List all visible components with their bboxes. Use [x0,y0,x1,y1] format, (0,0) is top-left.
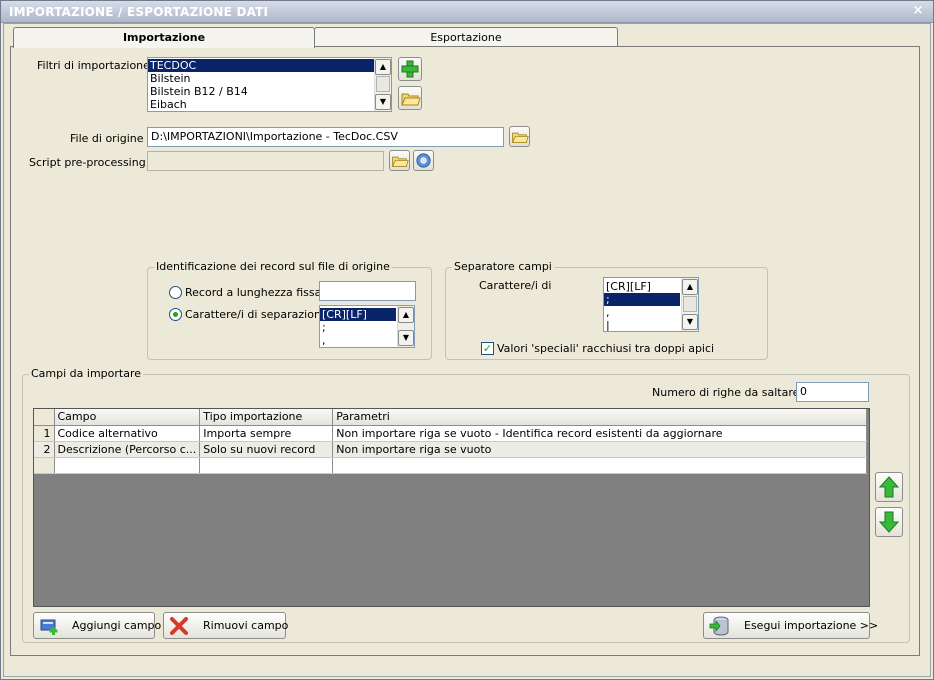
scroll-down-icon[interactable]: ▼ [682,314,698,330]
separator-radio[interactable] [169,308,182,321]
cell-campo[interactable]: Codice alternativo [54,425,201,442]
list-item[interactable]: Eibach [148,98,391,111]
field-separator-chars-label: Carattere/i di [479,279,552,292]
row-number [34,457,55,474]
tab-importazione-label: Importazione [122,31,206,44]
list-item[interactable]: Bilstein B12 / B14 [148,85,391,98]
table-row[interactable]: 2 Descrizione (Percorso c... Solo su nuo… [34,441,868,458]
cell-parametri[interactable]: Non importare riga se vuoto [332,441,868,458]
title-bar: IMPORTAZIONE / ESPORTAZIONE DATI × [1,1,933,23]
cell-tipo[interactable]: Solo su nuovi record [199,441,334,458]
list-item[interactable]: TECDOC [148,59,391,72]
browse-source-button[interactable] [509,126,530,147]
scroll-thumb[interactable] [376,76,390,92]
move-up-button[interactable] [875,472,903,502]
field-separator-title: Separatore campi [452,260,554,273]
list-item[interactable]: ; [604,293,680,306]
move-down-button[interactable] [875,507,903,537]
row-number-header [34,409,55,426]
folder-icon [391,156,409,167]
add-field-label: Aggiungi campo [72,619,162,632]
browse-script-button[interactable] [389,150,410,171]
scroll-up-icon[interactable]: ▲ [398,307,414,323]
table-row-empty[interactable] [34,457,868,474]
cell-parametri[interactable]: Non importare riga se vuoto - Identifica… [332,425,868,442]
remove-field-button[interactable]: Rimuovi campo [163,612,289,639]
tab-importazione[interactable]: Importazione [13,27,315,48]
import-export-window: IMPORTAZIONE / ESPORTAZIONE DATI × Impor… [0,0,934,680]
cell-campo[interactable] [54,457,201,474]
folder-icon [511,132,529,143]
skip-rows-input[interactable]: 0 [796,382,869,402]
scroll-down-icon[interactable]: ▼ [375,94,391,110]
column-header-parametri[interactable]: Parametri [332,409,868,426]
add-field-button[interactable]: Aggiungi campo [33,612,161,639]
quoted-values-label: Valori 'speciali' racchiusi tra doppi ap… [497,342,715,355]
source-file-label: File di origine : [70,132,151,145]
script-input[interactable] [147,151,384,171]
fixed-length-input[interactable] [319,281,416,301]
record-identification-title: Identificazione dei record sul file di o… [154,260,392,273]
list-item[interactable]: Bilstein [148,72,391,85]
scroll-thumb[interactable] [683,296,697,312]
database-import-icon [709,616,729,636]
fixed-length-radio[interactable] [169,286,182,299]
record-separator-listbox[interactable]: [CR][LF] ; , ▲ ▼ [319,305,415,348]
open-filter-button[interactable] [398,86,422,110]
fields-group-title: Campi da importare [29,367,143,380]
run-import-button[interactable]: Esegui importazione >> [703,612,878,639]
row-number: 2 [34,441,55,458]
red-x-icon [170,617,188,635]
list-item[interactable]: [CR][LF] [320,308,396,321]
table-header-row: Campo Tipo importazione Parametri [34,409,868,426]
script-label: Script pre-processing : [29,156,153,169]
table-row[interactable]: 1 Codice alternativo Importa sempre Non … [34,425,868,442]
add-filter-button[interactable] [398,57,422,81]
remove-field-label: Rimuovi campo [203,619,289,632]
cell-tipo[interactable]: Importa sempre [199,425,334,442]
column-header-tipo[interactable]: Tipo importazione [199,409,334,426]
fixed-length-label: Record a lunghezza fissa [185,286,322,299]
fields-grid[interactable]: Campo Tipo importazione Parametri 1 Codi… [33,408,870,607]
field-separator-listbox[interactable]: [CR][LF] ; , | ▲ ▼ [603,277,699,332]
window-title: IMPORTAZIONE / ESPORTAZIONE DATI [9,5,269,19]
scroll-down-icon[interactable]: ▼ [398,330,414,346]
cell-tipo[interactable] [199,457,334,474]
fields-table: Campo Tipo importazione Parametri 1 Codi… [34,409,868,474]
record-separator-scrollbar[interactable]: ▲ ▼ [397,306,414,347]
scroll-up-icon[interactable]: ▲ [682,279,698,295]
close-icon[interactable]: × [911,3,925,19]
scroll-up-icon[interactable]: ▲ [375,59,391,75]
arrow-up-icon [878,476,900,498]
green-plus-icon [401,60,419,78]
filters-listbox[interactable]: TECDOC Bilstein Bilstein B12 / B14 Eibac… [147,57,392,112]
tab-esportazione[interactable]: Esportazione [314,27,618,47]
column-header-campo[interactable]: Campo [54,409,201,426]
field-separator-scrollbar[interactable]: ▲ ▼ [681,278,698,331]
add-field-icon [40,619,58,635]
filters-label: Filtri di importazione : [37,59,158,72]
filters-scrollbar[interactable]: ▲ ▼ [374,58,391,111]
help-icon [416,153,431,168]
arrow-down-icon [878,511,900,533]
separator-radio-label: Carattere/i di separazione [185,308,328,321]
row-number: 1 [34,425,55,442]
quoted-values-checkbox[interactable]: ✓ [481,342,494,355]
cell-campo[interactable]: Descrizione (Percorso c... [54,441,201,458]
folder-icon [401,93,421,106]
skip-rows-label: Numero di righe da saltare : [652,386,807,399]
source-file-input[interactable]: D:\IMPORTAZIONI\Importazione - TecDoc.CS… [147,127,504,147]
script-help-button[interactable] [413,150,434,171]
cell-parametri[interactable] [332,457,868,474]
run-import-label: Esegui importazione >> [744,619,879,632]
tab-esportazione-label: Esportazione [430,31,502,44]
